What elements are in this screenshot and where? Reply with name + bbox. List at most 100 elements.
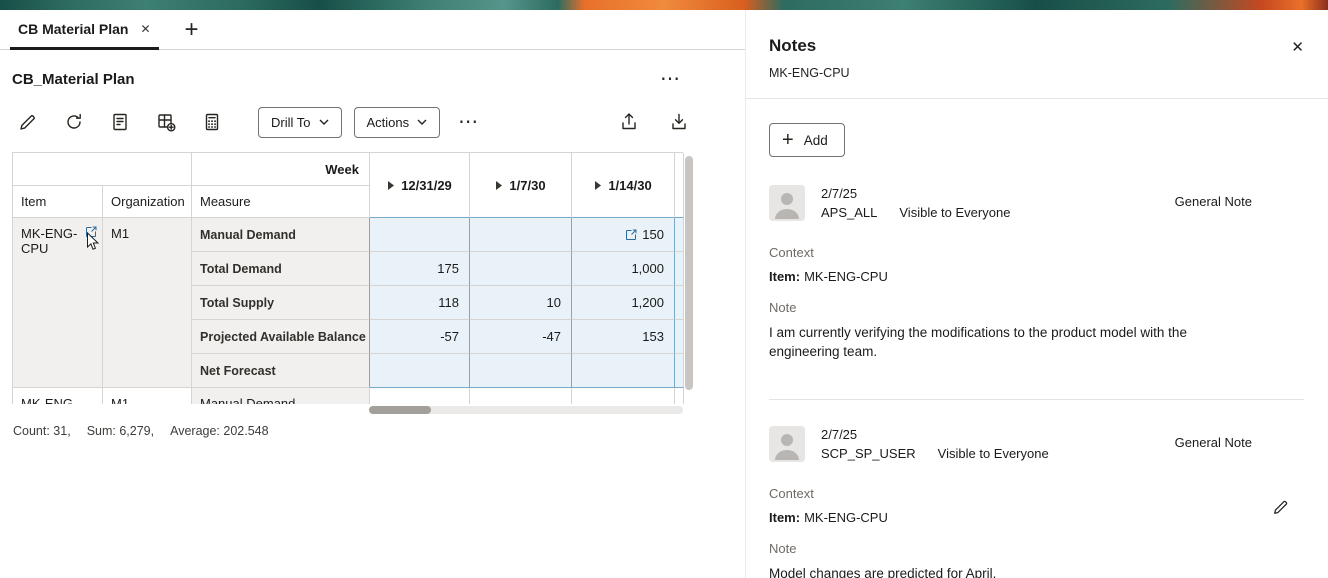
download-icon [672, 113, 686, 130]
context-item-key: Item: [769, 510, 801, 525]
value-sliver [675, 286, 684, 320]
organization-cell[interactable]: M1 [103, 388, 192, 404]
note-type: General Note [1174, 194, 1252, 209]
manage-notes-button[interactable] [108, 110, 132, 134]
note-type: General Note [1174, 435, 1252, 450]
week-header: Week [192, 153, 370, 186]
note-visibility: Visible to Everyone [899, 205, 1011, 220]
value-cell[interactable] [470, 388, 572, 404]
pivot-table: Week 12/31/29 1/7/30 1/14/30 Item Organi… [12, 152, 702, 414]
measure-cell[interactable]: Net Forecast [192, 354, 370, 388]
avatar [769, 426, 805, 462]
summary-sum: Sum: 6,279, [86, 424, 155, 438]
horizontal-scrollbar[interactable] [369, 406, 683, 414]
measure-cell[interactable]: Projected Available Balance [192, 320, 370, 354]
value-cell[interactable]: -57 [370, 320, 470, 354]
horizontal-scrollbar-thumb[interactable] [369, 406, 431, 414]
measure-cell[interactable]: Manual Demand [192, 388, 370, 404]
plan-pane: CB Material Plan ✕ + CB_Material Plan ⋯ [0, 10, 745, 578]
corner-cell [13, 153, 192, 186]
value-cell[interactable]: 1,200 [572, 286, 675, 320]
decorative-header-strip [0, 0, 1328, 10]
note-indicator-icon[interactable] [625, 229, 637, 241]
value-sliver [675, 320, 684, 354]
column-header[interactable]: 1/14/30 [572, 153, 675, 218]
context-label: Context [769, 486, 814, 501]
item-cell[interactable]: MK-ENG-CPU [13, 388, 103, 404]
value-cell[interactable] [370, 218, 470, 252]
page-overflow-menu-button[interactable]: ⋯ [660, 69, 681, 89]
share-upload-icon [622, 113, 636, 130]
note-date: 2/7/25 [821, 186, 858, 201]
context-label: Context [769, 245, 814, 260]
edit-button[interactable] [16, 110, 40, 134]
column-header[interactable]: 1/7/30 [470, 153, 572, 218]
pencil-icon [1274, 500, 1288, 514]
data-entry-button[interactable] [154, 110, 178, 134]
tab-label: CB Material Plan [18, 20, 129, 37]
tab-cb-material-plan[interactable]: CB Material Plan ✕ [10, 10, 159, 50]
value-sliver [675, 252, 684, 286]
add-note-button[interactable]: + Add [769, 123, 845, 157]
context-item-value: MK-ENG-CPU [804, 269, 888, 284]
pencil-icon [20, 115, 35, 130]
share-button[interactable] [617, 110, 641, 134]
note-visibility: Visible to Everyone [937, 446, 1049, 461]
note-date: 2/7/25 [821, 427, 858, 442]
grid-add-icon [158, 114, 176, 132]
avatar [769, 185, 805, 221]
new-tab-button[interactable]: + [179, 10, 205, 49]
organization-cell[interactable]: M1 [103, 218, 192, 388]
chevron-down-icon [417, 119, 427, 125]
context-item-value: MK-ENG-CPU [804, 510, 888, 525]
tab-close-icon[interactable]: ✕ [140, 22, 150, 36]
page-title: CB_Material Plan [12, 70, 135, 88]
notes-title: Notes [769, 36, 817, 55]
download-button[interactable] [667, 110, 691, 134]
value-cell[interactable] [572, 388, 675, 404]
note-label: Note [769, 541, 797, 556]
actions-button[interactable]: Actions [353, 106, 441, 138]
value-cell[interactable]: 150 [572, 218, 675, 252]
note-page-icon [113, 113, 127, 131]
measure-cell[interactable]: Manual Demand [192, 218, 370, 252]
calculator-icon [205, 113, 219, 131]
value-cell[interactable]: 1,000 [572, 252, 675, 286]
measure-cell[interactable]: Total Demand [192, 252, 370, 286]
value-cell[interactable] [370, 388, 470, 404]
organization-header: Organization [103, 186, 192, 218]
edit-note-button[interactable] [1272, 498, 1290, 519]
expand-triangle-icon [496, 180, 503, 190]
close-icon[interactable]: ✕ [1291, 38, 1304, 56]
vertical-scrollbar[interactable] [685, 154, 694, 401]
note-body: I am currently verifying the modificatio… [769, 325, 1187, 359]
value-cell[interactable] [572, 354, 675, 388]
value-cell[interactable]: -47 [470, 320, 572, 354]
toolbar-overflow-button[interactable]: ⋯ [458, 112, 479, 132]
value-cell[interactable]: 10 [470, 286, 572, 320]
divider [769, 399, 1304, 400]
value-cell[interactable] [470, 354, 572, 388]
app-root: CB Material Plan ✕ + CB_Material Plan ⋯ [0, 0, 1328, 578]
refresh-button[interactable] [62, 110, 86, 134]
context-item-key: Item: [769, 269, 801, 284]
note-author: SCP_SP_USER [821, 446, 916, 461]
table-summary: Count: 31, Sum: 6,279, Average: 202.548 [13, 424, 745, 438]
value-cell[interactable] [470, 218, 572, 252]
item-header: Item [13, 186, 103, 218]
measure-cell[interactable]: Total Supply [192, 286, 370, 320]
value-cell[interactable]: 118 [370, 286, 470, 320]
vertical-scrollbar-thumb[interactable] [685, 156, 693, 390]
value-cell[interactable]: 153 [572, 320, 675, 354]
measure-header: Measure [192, 186, 370, 218]
person-icon [769, 185, 805, 221]
value-cell[interactable]: 175 [370, 252, 470, 286]
value-cell[interactable] [370, 354, 470, 388]
calculator-button[interactable] [200, 110, 224, 134]
summary-count: Count: 31, [13, 424, 71, 438]
tab-bar: CB Material Plan ✕ + [0, 10, 745, 50]
value-cell[interactable] [470, 252, 572, 286]
column-header[interactable]: 12/31/29 [370, 153, 470, 218]
drill-to-button[interactable]: Drill To [258, 106, 342, 138]
value-sliver [675, 388, 684, 404]
